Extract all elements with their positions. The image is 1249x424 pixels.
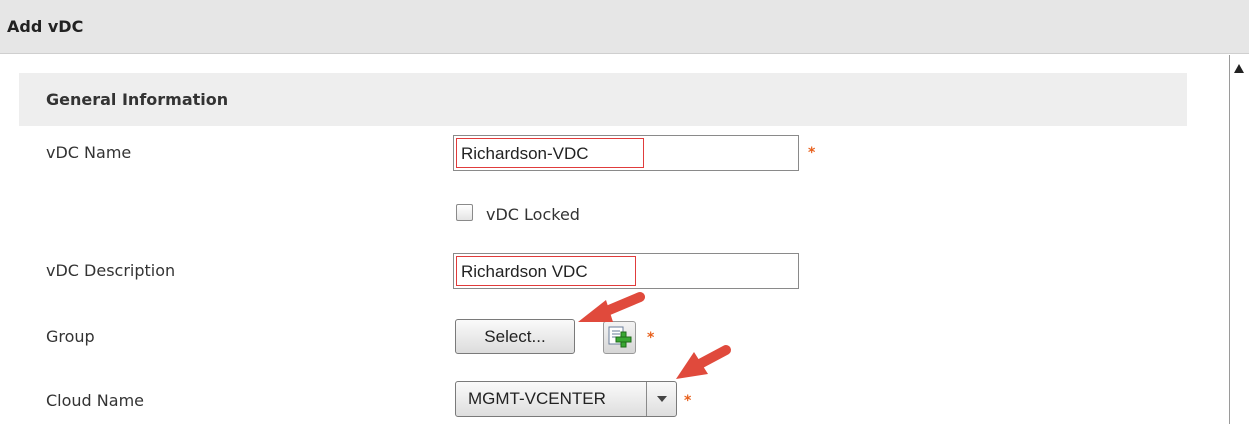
vertical-scrollbar[interactable]	[1229, 55, 1249, 424]
annotation-arrows	[578, 292, 731, 379]
vdc-name-input[interactable]: Richardson-VDC	[453, 135, 799, 171]
cloud-name-label: Cloud Name	[46, 391, 144, 410]
required-marker: *	[684, 393, 692, 409]
red-arrow-annotation	[578, 292, 645, 322]
vdc-name-value: Richardson-VDC	[456, 138, 644, 168]
vdc-description-value: Richardson VDC	[456, 256, 636, 286]
section-title: General Information	[46, 90, 229, 109]
vdc-locked-checkbox[interactable]	[456, 204, 473, 221]
vdc-locked-label[interactable]: vDC Locked	[486, 205, 580, 224]
red-arrow-annotation	[676, 345, 731, 379]
group-select-button[interactable]: Select...	[455, 319, 575, 354]
chevron-down-icon[interactable]	[657, 396, 667, 402]
cloud-name-selected-value: MGMT-VCENTER	[468, 389, 606, 408]
required-marker: *	[647, 330, 655, 346]
cloud-name-select[interactable]: MGMT-VCENTER	[455, 381, 677, 417]
dialog-titlebar: Add vDC	[0, 0, 1249, 54]
select-divider	[646, 382, 647, 416]
required-marker: *	[808, 145, 816, 161]
scroll-up-arrow-icon[interactable]	[1234, 64, 1244, 73]
vdc-description-input[interactable]: Richardson VDC	[453, 253, 799, 289]
section-header: General Information	[19, 73, 1187, 126]
vdc-description-label: vDC Description	[46, 261, 176, 280]
vdc-name-label: vDC Name	[46, 143, 132, 162]
group-label: Group	[46, 327, 95, 346]
dialog-title: Add vDC	[7, 17, 84, 36]
add-group-icon-graphic	[608, 326, 632, 348]
add-group-icon[interactable]	[603, 321, 636, 354]
